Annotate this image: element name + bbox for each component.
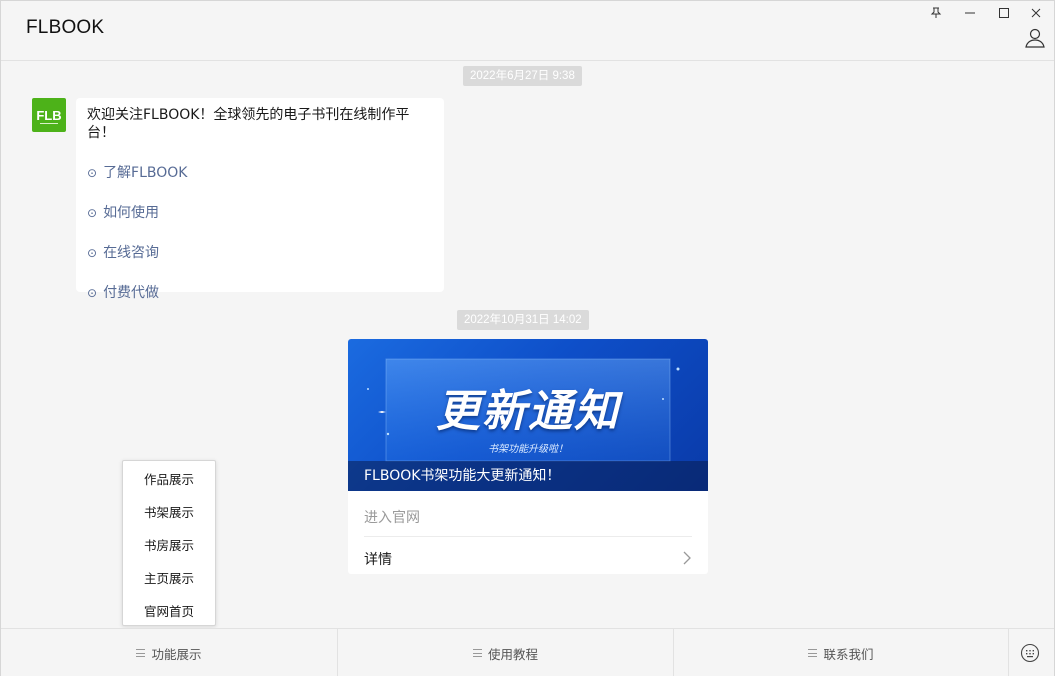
minimize-icon[interactable] bbox=[956, 3, 984, 23]
pin-icon[interactable] bbox=[922, 3, 950, 23]
radio-bullet-icon: ⊙ bbox=[87, 166, 98, 180]
function-popup-menu: 作品展示 书架展示 书房展示 主页展示 官网首页 bbox=[122, 460, 216, 626]
menu-item-study-room[interactable]: 书房展示 bbox=[123, 529, 215, 562]
article-card[interactable]: 更新通知 书架功能升级啦！ FLBOOK书架功能大更新通知！ 进入官网 详情 bbox=[348, 339, 708, 574]
tab-label: 使用教程 bbox=[487, 646, 538, 662]
maximize-icon[interactable] bbox=[990, 3, 1018, 23]
link-online-consult[interactable]: ⊙ 在线咨询 bbox=[87, 244, 433, 262]
article-banner-image[interactable]: 更新通知 书架功能升级啦！ FLBOOK书架功能大更新通知！ bbox=[348, 339, 708, 491]
article-detail-row[interactable]: 详情 bbox=[364, 549, 692, 569]
menu-lines-icon bbox=[136, 649, 146, 657]
banner-title: 更新通知 bbox=[436, 386, 620, 437]
title-bar: FLBOOK bbox=[1, 1, 1054, 61]
detail-label: 详情 bbox=[364, 552, 392, 568]
menu-item-bookshelf[interactable]: 书架展示 bbox=[123, 496, 215, 529]
profile-icon[interactable] bbox=[1024, 27, 1046, 49]
visit-website-link[interactable]: 进入官网 bbox=[364, 507, 692, 527]
banner-subtitle: 书架功能升级啦！ bbox=[488, 444, 568, 455]
radio-bullet-icon: ⊙ bbox=[87, 206, 98, 220]
radio-bullet-icon: ⊙ bbox=[87, 246, 98, 260]
menu-lines-icon bbox=[808, 649, 818, 657]
welcome-message-bubble: 欢迎关注FLBOOK！全球领先的电子书刊在线制作平台！ ⊙ 了解FLBOOK ⊙ 如… bbox=[76, 98, 444, 301]
keyboard-icon[interactable] bbox=[1020, 643, 1040, 663]
account-avatar[interactable]: FLB bbox=[32, 98, 66, 132]
message-timestamp: 2022年6月27日 9:38 bbox=[463, 66, 582, 86]
avatar-logo-text: FLB bbox=[36, 108, 61, 123]
message-timestamp: 2022年10月31日 14:02 bbox=[457, 310, 589, 330]
link-label: 了解FLBOOK bbox=[103, 165, 188, 181]
app-title: FLBOOK bbox=[26, 17, 105, 38]
tab-contact[interactable]: 联系我们 bbox=[674, 629, 1008, 676]
link-how-to-use[interactable]: ⊙ 如何使用 bbox=[87, 204, 433, 222]
tab-features[interactable]: 功能展示 bbox=[1, 629, 337, 676]
card-divider bbox=[364, 536, 692, 537]
radio-bullet-icon: ⊙ bbox=[87, 286, 98, 300]
menu-item-works[interactable]: 作品展示 bbox=[123, 463, 215, 496]
close-icon[interactable] bbox=[1022, 3, 1050, 23]
link-label: 付费代做 bbox=[103, 285, 160, 301]
tab-tutorial[interactable]: 使用教程 bbox=[338, 629, 673, 676]
link-label: 如何使用 bbox=[103, 205, 160, 221]
flb-logo-icon: FLB bbox=[36, 108, 62, 124]
link-about-flbook[interactable]: ⊙ 了解FLBOOK bbox=[87, 164, 433, 182]
welcome-text: 欢迎关注FLBOOK！全球领先的电子书刊在线制作平台！ bbox=[87, 107, 410, 141]
official-account-window: FLBOOK 2022年6月27日 9:38 FLB 欢迎关注FLBOOK！全球… bbox=[0, 0, 1055, 676]
tab-label: 功能展示 bbox=[151, 646, 202, 662]
tab-divider bbox=[1008, 629, 1009, 676]
article-title: FLBOOK书架功能大更新通知！ bbox=[348, 461, 708, 491]
bottom-menu-bar: 功能展示 使用教程 联系我们 bbox=[1, 628, 1054, 676]
chevron-right-icon bbox=[683, 551, 691, 565]
tab-label: 联系我们 bbox=[823, 646, 874, 662]
menu-item-homepage[interactable]: 主页展示 bbox=[123, 562, 215, 595]
link-label: 在线咨询 bbox=[103, 245, 160, 261]
menu-lines-icon bbox=[472, 649, 482, 657]
link-paid-service[interactable]: ⊙ 付费代做 bbox=[87, 284, 433, 302]
menu-item-official-site[interactable]: 官网首页 bbox=[123, 595, 215, 628]
